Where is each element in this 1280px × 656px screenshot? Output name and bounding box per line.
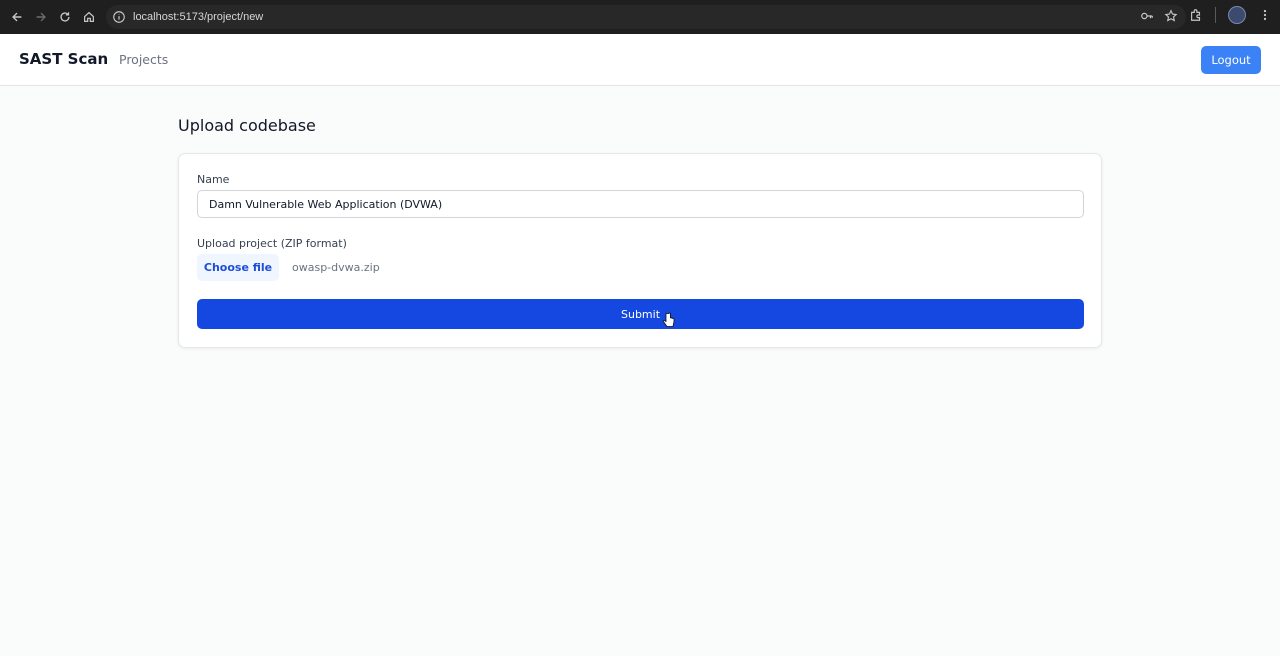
password-key-icon[interactable] — [1140, 9, 1154, 23]
name-input[interactable] — [197, 190, 1084, 218]
bookmark-star-icon[interactable] — [1164, 9, 1178, 23]
url-text[interactable]: localhost:5173/project/new — [133, 11, 263, 23]
hand-cursor-icon — [663, 312, 675, 327]
name-label: Name — [197, 173, 230, 186]
logout-button[interactable]: Logout — [1201, 46, 1261, 74]
app-header: SAST Scan Projects Logout — [0, 34, 1280, 86]
app-brand[interactable]: SAST Scan — [19, 50, 108, 68]
extensions-icon[interactable] — [1189, 8, 1203, 22]
back-icon[interactable] — [6, 6, 28, 28]
toolbar-separator — [1215, 7, 1216, 23]
nav-link-projects[interactable]: Projects — [119, 52, 168, 67]
choose-file-button[interactable]: Choose file — [197, 254, 279, 281]
page-title: Upload codebase — [178, 116, 316, 135]
address-bar[interactable]: localhost:5173/project/new — [106, 5, 1186, 29]
forward-icon[interactable] — [30, 6, 52, 28]
profile-avatar[interactable] — [1228, 6, 1246, 24]
site-info-icon[interactable] — [112, 10, 126, 24]
menu-dots-icon[interactable] — [1258, 8, 1272, 22]
submit-button[interactable]: Submit — [197, 299, 1084, 329]
browser-toolbar: localhost:5173/project/new — [0, 0, 1280, 34]
home-icon[interactable] — [78, 6, 100, 28]
upload-label: Upload project (ZIP format) — [197, 237, 347, 250]
upload-form-card: Name Upload project (ZIP format) Choose … — [178, 153, 1102, 348]
reload-icon[interactable] — [54, 6, 76, 28]
selected-file-name: owasp-dvwa.zip — [292, 261, 380, 274]
